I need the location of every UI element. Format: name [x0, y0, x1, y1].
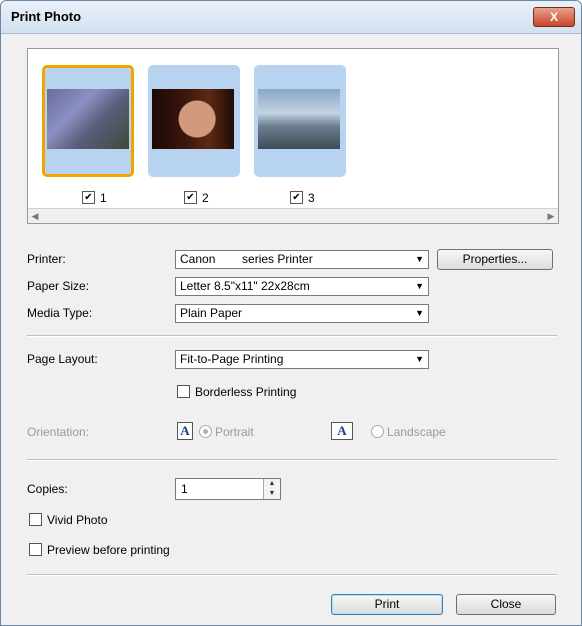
photo-thumbnail-3[interactable] [254, 65, 346, 177]
dropdown-arrow-icon: ▼ [415, 308, 424, 318]
portrait-radio[interactable] [199, 425, 212, 438]
copies-spin-buttons[interactable]: ▲ ▼ [263, 479, 280, 499]
copies-stepper[interactable]: 1 ▲ ▼ [175, 478, 281, 500]
photo-checkbox-1[interactable]: ✔ [82, 191, 95, 204]
media-type-label: Media Type: [27, 306, 93, 320]
copies-label: Copies: [27, 482, 68, 496]
page-layout-value: Fit-to-Page Printing [180, 352, 284, 366]
orientation-label: Orientation: [27, 425, 90, 439]
horizontal-scrollbar[interactable]: ◀ ▶ [28, 208, 558, 223]
landscape-label: Landscape [387, 425, 446, 439]
title-bar: Print Photo X [1, 1, 581, 34]
paper-size-label: Paper Size: [27, 279, 90, 293]
vivid-photo-checkbox[interactable] [29, 513, 42, 526]
print-photo-dialog: Print Photo X ✔ 1 ✔ 2 ✔ 3 ◀ ▶ Printer: C… [0, 0, 582, 626]
printer-label: Printer: [27, 252, 66, 266]
photo-checkbox-3[interactable]: ✔ [290, 191, 303, 204]
page-layout-label: Page Layout: [27, 352, 98, 366]
borderless-printing-label: Borderless Printing [195, 385, 297, 399]
photo-number: 3 [308, 191, 315, 205]
paper-size-select[interactable]: Letter 8.5"x11" 22x28cm ▼ [175, 277, 429, 296]
close-window-button[interactable]: X [533, 7, 575, 27]
close-icon: X [549, 10, 558, 24]
photo-thumbnail-list[interactable]: ✔ 1 ✔ 2 ✔ 3 ◀ ▶ [27, 48, 559, 224]
dropdown-arrow-icon: ▼ [415, 254, 424, 264]
photo-thumbnail-2[interactable] [148, 65, 240, 177]
orientation-landscape-icon: A [331, 422, 353, 440]
printer-value: Canon series Printer [180, 252, 313, 266]
print-button[interactable]: Print [331, 594, 443, 615]
separator [27, 335, 557, 337]
preview-before-printing-label: Preview before printing [47, 543, 170, 557]
photo-image [258, 89, 340, 149]
dropdown-arrow-icon: ▼ [415, 354, 424, 364]
photo-thumbnail-1[interactable] [42, 65, 134, 177]
photo-checkbox-2[interactable]: ✔ [184, 191, 197, 204]
media-type-select[interactable]: Plain Paper ▼ [175, 304, 429, 323]
scroll-right-icon[interactable]: ▶ [544, 209, 558, 223]
portrait-label: Portrait [215, 425, 254, 439]
scroll-left-icon[interactable]: ◀ [28, 209, 42, 223]
media-type-value: Plain Paper [180, 306, 243, 320]
vivid-photo-label: Vivid Photo [47, 513, 108, 527]
spin-down-icon[interactable]: ▼ [264, 489, 280, 499]
orientation-portrait-icon: A [177, 422, 193, 440]
borderless-printing-checkbox[interactable] [177, 385, 190, 398]
preview-before-printing-checkbox[interactable] [29, 543, 42, 556]
landscape-radio[interactable] [371, 425, 384, 438]
separator [27, 459, 557, 461]
photo-number: 1 [100, 191, 107, 205]
separator [27, 574, 557, 576]
page-layout-select[interactable]: Fit-to-Page Printing ▼ [175, 350, 429, 369]
dropdown-arrow-icon: ▼ [415, 281, 424, 291]
printer-select[interactable]: Canon series Printer ▼ [175, 250, 429, 269]
properties-button[interactable]: Properties... [437, 249, 553, 270]
window-title: Print Photo [11, 9, 82, 24]
photo-number: 2 [202, 191, 209, 205]
copies-value: 1 [181, 482, 188, 496]
photo-image [47, 89, 129, 149]
photo-image [152, 89, 234, 149]
paper-size-value: Letter 8.5"x11" 22x28cm [180, 279, 310, 293]
spin-up-icon[interactable]: ▲ [264, 479, 280, 489]
close-button[interactable]: Close [456, 594, 556, 615]
